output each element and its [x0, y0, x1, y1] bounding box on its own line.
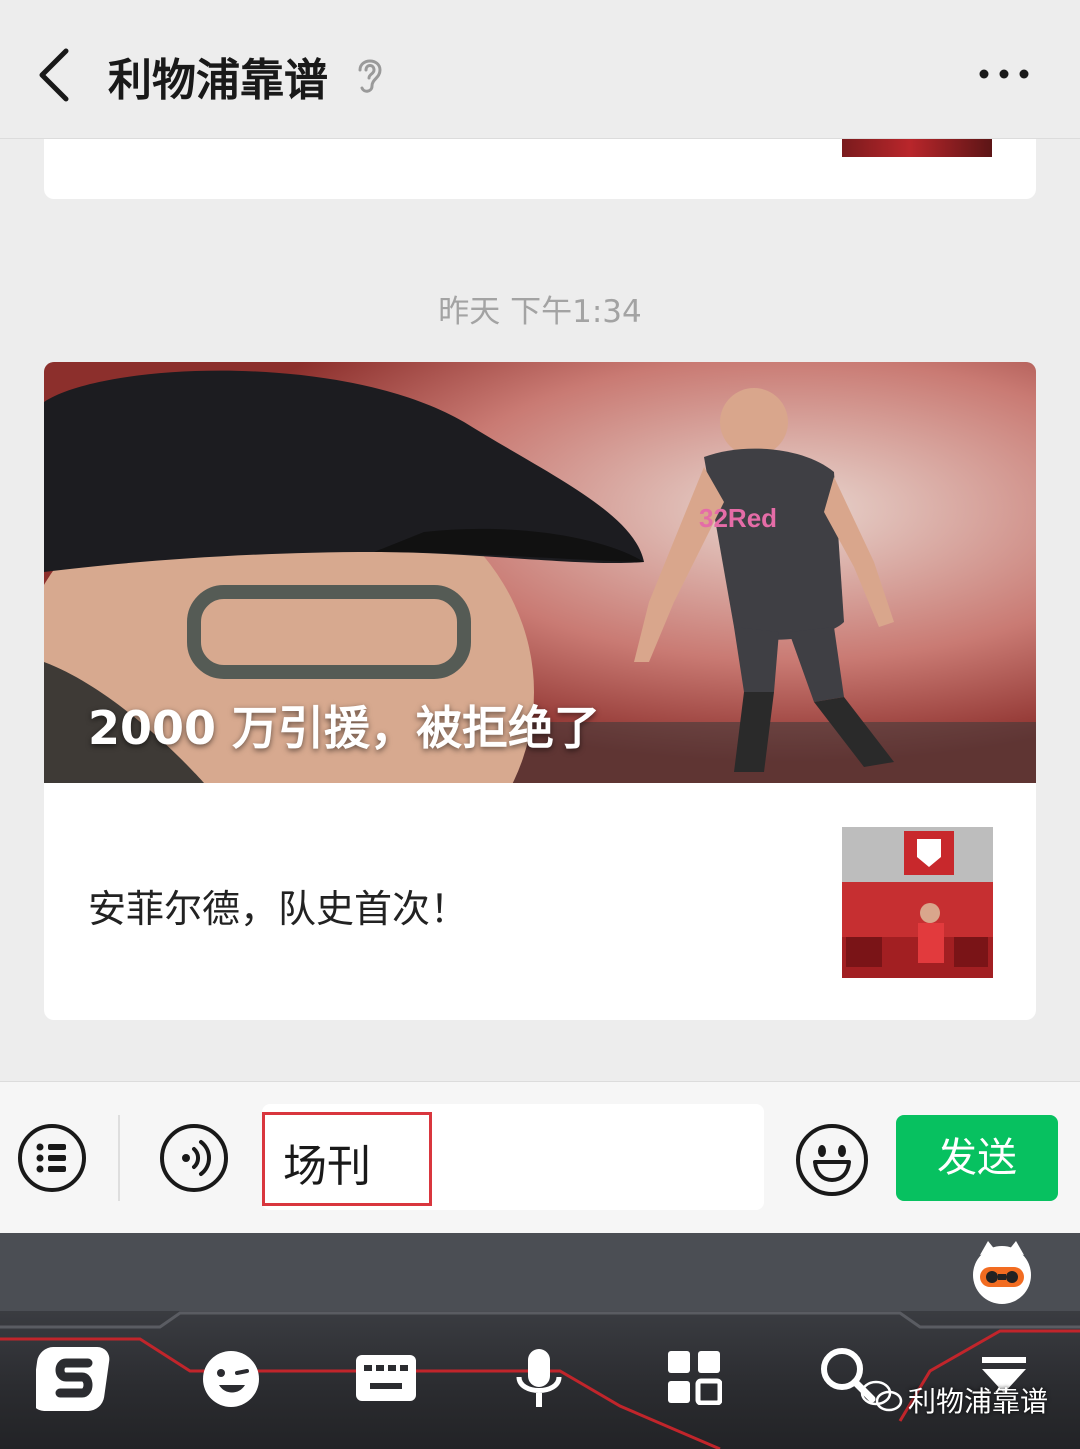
sogou-logo-icon[interactable] [36, 1341, 116, 1417]
sub-article-title: 安菲尔德，队史首次！ [88, 887, 469, 931]
previous-article-thumbnail [842, 139, 992, 157]
ear-icon [358, 59, 382, 93]
message-timestamp: 昨天 下午1:34 [438, 294, 642, 330]
keyboard-candidate-bar [0, 1233, 1080, 1311]
send-button[interactable]: 发送 [896, 1115, 1058, 1201]
voice-input-icon[interactable] [160, 1124, 228, 1192]
message-input-value[interactable]: 场刊 [283, 1130, 371, 1194]
sub-article-thumbnail [842, 827, 993, 978]
more-options-icon[interactable] [978, 56, 1030, 92]
toolbar-divider [118, 1115, 120, 1201]
chat-title: 利物浦靠谱 [108, 55, 328, 106]
microphone-icon[interactable] [514, 1347, 564, 1413]
previous-article-card[interactable] [44, 139, 1036, 199]
cover-title: 2000 万引援，被拒绝了 [88, 701, 601, 755]
menu-list-icon[interactable] [18, 1124, 86, 1192]
article-card: 32Red 2000 万引援，被拒绝了 安菲尔德，队史首次！ [44, 362, 1036, 1020]
sub-article-item[interactable]: 安菲尔德，队史首次！ [44, 783, 1036, 1020]
article-cover[interactable]: 32Red 2000 万引援，被拒绝了 [44, 362, 1036, 783]
chat-area: 昨天 下午1:34 32Red 2000 万引援，被拒绝了 安菲尔德，队史首次！ [0, 139, 1080, 1081]
apps-grid-icon[interactable] [666, 1349, 722, 1405]
emoji-icon[interactable] [796, 1124, 868, 1196]
mascot-icon[interactable] [970, 1237, 1034, 1307]
back-arrow-icon[interactable] [30, 45, 80, 105]
watermark-text: 利物浦靠谱 [908, 1385, 1049, 1418]
input-bar: 场刊 发送 [0, 1081, 1080, 1234]
svg-text:32Red: 32Red [699, 503, 777, 533]
keyboard-emoji-icon[interactable] [201, 1349, 261, 1409]
chat-header: 利物浦靠谱 [0, 0, 1080, 139]
keyboard-icon[interactable] [354, 1353, 418, 1403]
wechat-watermark-icon [860, 1380, 903, 1412]
